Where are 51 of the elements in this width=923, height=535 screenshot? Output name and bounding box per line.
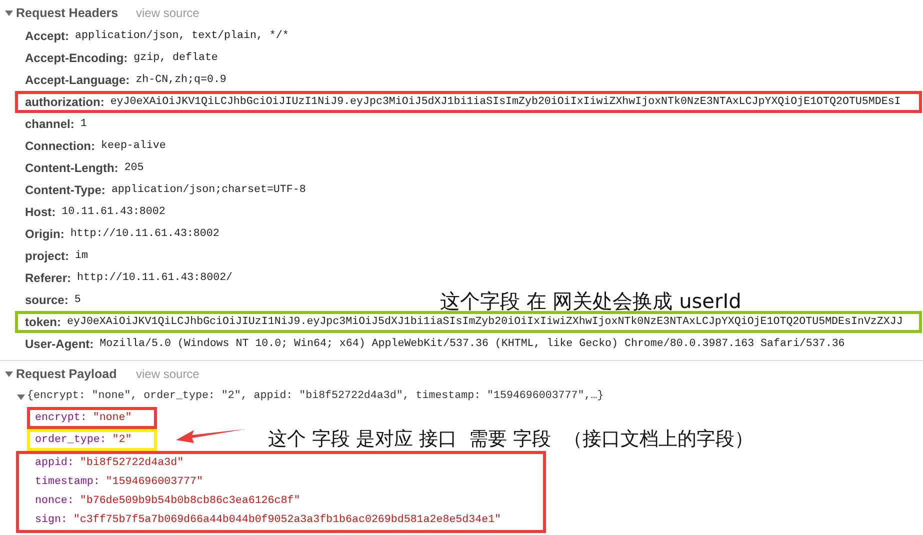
header-name: Host: — [25, 204, 56, 221]
header-value: eyJ0eXAiOiJKV1QiLCJhbGciOiJIUzI1NiJ9.eyJpc3MiOiJ5dXJ1bi1iaSIsImZyb20iOiIxIiwiZXhwIjoxNTk0NzE3NTAxLCJpYXQiOjE1OTQ2OTU5MDEsInVzZXJJ — [67, 314, 903, 330]
header-value: im — [75, 248, 88, 264]
header-value: eyJ0eXAiOiJKV1QiLCJhbGciOiJIUzI1NiJ9.eyJpc3MiOiJ5dXJ1bi1iaSIsImZyb20iOiIxIiwiZXhwIjoxNTk0NzE3NTAxLCJpYXQiOjE1OTQ2OTU5MDEsI — [110, 94, 901, 110]
annotation-text: 这个 字段 是对应 接口 需要 字段 （接口文档上的字段） — [268, 428, 754, 450]
header-value: 10.11.61.43:8002 — [62, 204, 166, 220]
header-value: Mozilla/5.0 (Windows NT 10.0; Win64; x64) AppleWebKit/537.36 (KHTML, like Gecko) Chrome/80.0.3987.163 Safari/537.36 — [100, 336, 845, 352]
payload-key: timestamp: — [35, 474, 100, 491]
header-name: Connection: — [25, 138, 95, 155]
header-name: Accept-Encoding: — [25, 50, 128, 67]
header-value: application/json;charset=UTF-8 — [111, 182, 306, 198]
payload-value: "1594696003777" — [106, 475, 203, 490]
expanded-triangle-icon[interactable] — [5, 9, 13, 17]
header-value: http://10.11.61.43:8002/ — [77, 270, 233, 286]
payload-value: "b76de509b9b54b0b8cb86c3ea6126c8f" — [80, 494, 300, 510]
payload-key: appid: — [35, 455, 74, 472]
section-title[interactable]: Request Headers — [16, 4, 136, 22]
arrow-drawing — [176, 428, 246, 444]
annotation-text: 这个字段 在 网关处会换成 userId — [440, 290, 742, 312]
header-name: authorization: — [25, 94, 104, 111]
header-value: 205 — [124, 160, 144, 176]
header-value: http://10.11.61.43:8002 — [70, 226, 220, 242]
header-name: Content-Length: — [25, 160, 118, 177]
expanded-triangle-icon[interactable] — [5, 370, 13, 378]
header-name: Origin: — [25, 226, 64, 243]
payload-summary[interactable]: {encrypt: "none", order_type: "2", appid: "bi8f52722d4a3d", timestamp: "1594696003777",…} — [27, 388, 604, 405]
payload-value: "bi8f52722d4a3d" — [80, 456, 184, 472]
header-value: application/json, text/plain, */* — [75, 28, 289, 44]
header-name: Accept-Language: — [25, 72, 130, 89]
header-name: Referer: — [25, 270, 72, 287]
header-name: project: — [25, 248, 70, 265]
header-name: Content-Type: — [25, 182, 106, 199]
header-name: Accept: — [25, 28, 70, 45]
expanded-triangle-icon[interactable] — [17, 392, 25, 400]
payload-key: sign: — [35, 512, 68, 529]
payload-key: nonce: — [35, 493, 74, 510]
header-name: source: — [25, 292, 68, 309]
header-value: zh-CN,zh;q=0.9 — [136, 72, 226, 88]
header-value: keep-alive — [101, 138, 166, 154]
payload-key: order_type: — [35, 432, 106, 448]
header-value: gzip, deflate — [134, 50, 218, 66]
header-name: token: — [25, 314, 61, 331]
header-value: 1 — [80, 116, 87, 132]
header-value: 5 — [74, 292, 81, 308]
payload-value: "none" — [92, 410, 132, 426]
payload-value: "c3ff75b7f5a7b069d66a44b044b0f9052a3a3fb1b6ac0269bd581a2e8e5d34e1" — [73, 513, 502, 528]
header-name: User-Agent: — [25, 336, 94, 353]
payload-key: encrypt: — [35, 410, 87, 426]
section-title[interactable]: Request Payload — [16, 364, 136, 384]
payload-value: "2" — [112, 432, 132, 448]
header-name: channel: — [25, 116, 74, 133]
